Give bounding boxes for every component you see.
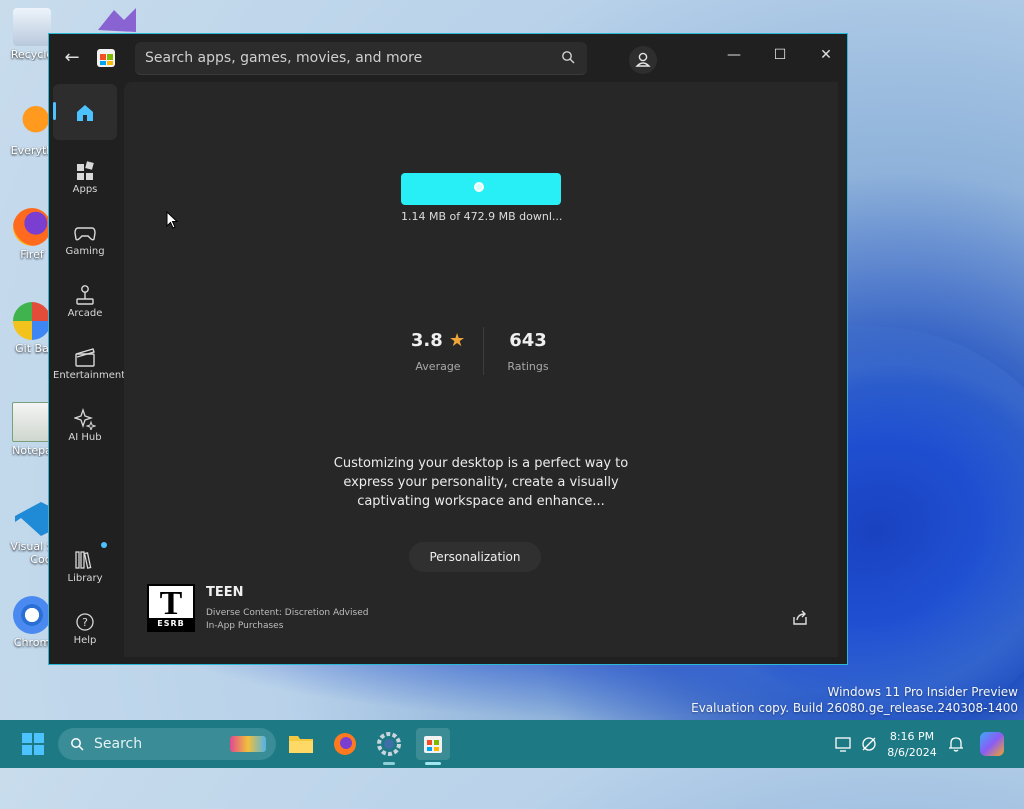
active-app-indicator [425, 762, 441, 765]
install-progress-button[interactable] [401, 173, 561, 205]
windows-watermark: Windows 11 Pro Insider Preview Evaluatio… [691, 685, 1018, 715]
firefox-icon [334, 733, 356, 755]
account-button[interactable] [629, 46, 657, 74]
title-bar: ← Search apps, games, movies, and more —… [49, 34, 847, 82]
store-icon [424, 736, 442, 753]
recycle-bin-icon [13, 8, 51, 46]
average-rating-label: Average [415, 360, 461, 373]
microsoft-store-window: ← Search apps, games, movies, and more —… [48, 33, 848, 665]
help-icon: ? [76, 613, 94, 631]
svg-text:?: ? [82, 616, 88, 629]
divider [483, 327, 484, 375]
active-indicator [53, 102, 56, 120]
app-description: Customizing your desktop is a perfect wa… [333, 456, 629, 509]
gear-icon [377, 732, 401, 756]
taskbar: Search 8:16 PM 8/6/2024 [0, 720, 1024, 768]
minimize-button[interactable]: — [711, 40, 757, 70]
system-clock[interactable]: 8:16 PM 8/6/2024 [884, 729, 940, 761]
category-tag-button[interactable]: Personalization [409, 542, 541, 572]
share-icon[interactable] [791, 609, 809, 627]
clapperboard-icon [75, 348, 95, 367]
apps-icon [77, 161, 94, 180]
arrow-left-icon: ← [64, 47, 80, 68]
sidebar-item-entertainment[interactable]: Entertainment [53, 334, 125, 390]
search-icon [71, 738, 84, 751]
search-icon[interactable] [561, 50, 575, 64]
running-indicator [383, 762, 395, 765]
ratings-count: 643 Ratings [504, 330, 552, 373]
average-rating: 3.8 ★ Average [410, 330, 466, 373]
store-button[interactable] [416, 728, 450, 760]
app-detail-panel: 1.14 MB of 472.9 MB downl... 3.8 ★ Avera… [124, 82, 838, 657]
progress-spinner-icon [474, 182, 484, 192]
ratings-count-label: Ratings [507, 360, 549, 373]
search-input[interactable]: Search apps, games, movies, and more [135, 42, 587, 75]
vscode-icon [13, 500, 51, 538]
maximize-button[interactable]: ☐ [757, 40, 803, 70]
search-highlight-icon [230, 736, 266, 752]
everything-search-icon [13, 104, 51, 142]
gamepad-icon [74, 227, 96, 241]
user-icon [635, 52, 651, 67]
sparkle-icon [74, 408, 96, 430]
taskbar-search[interactable]: Search [58, 728, 276, 760]
joystick-icon [76, 285, 94, 305]
copilot-icon[interactable] [980, 732, 1004, 756]
age-rating: TEEN [206, 585, 244, 600]
back-button[interactable]: ← [59, 46, 85, 70]
bell-icon[interactable] [948, 735, 964, 753]
sidebar-item-apps[interactable]: Apps [53, 148, 117, 204]
notification-dot [101, 542, 107, 548]
start-button[interactable] [16, 728, 50, 760]
average-rating-value: 3.8 [410, 330, 443, 351]
ratings-count-value: 643 [509, 330, 547, 351]
folder-icon [289, 736, 313, 753]
file-explorer-button[interactable] [284, 728, 318, 760]
notepad-icon [12, 402, 52, 442]
settings-button[interactable] [372, 728, 406, 760]
sidebar-item-ai-hub[interactable]: AI Hub [53, 396, 117, 452]
star-icon: ★ [449, 330, 466, 351]
sidebar-item-home[interactable] [53, 84, 117, 140]
sidebar-item-gaming[interactable]: Gaming [53, 210, 117, 266]
visual-studio-icon[interactable] [94, 6, 140, 32]
content-descriptor: Diverse Content: Discretion Advised [206, 608, 369, 618]
chrome-icon [13, 596, 51, 634]
display-icon[interactable] [834, 735, 852, 753]
content-descriptor: In-App Purchases [206, 621, 284, 631]
close-button[interactable]: ✕ [803, 40, 849, 70]
windows-logo-icon [22, 733, 44, 755]
sidebar-nav: Apps Gaming Arcade Entertainment AI Hub … [49, 82, 125, 664]
sidebar-item-arcade[interactable]: Arcade [53, 272, 117, 328]
firefox-icon [13, 208, 51, 246]
network-icon[interactable] [860, 735, 878, 753]
library-icon [75, 551, 92, 569]
sidebar-item-help[interactable]: ? Help [53, 599, 117, 655]
home-icon [77, 105, 93, 121]
store-logo-icon [97, 49, 115, 67]
esrb-rating-badge: T ESRB [147, 584, 195, 632]
download-status: 1.14 MB of 472.9 MB downl... [401, 210, 563, 223]
mouse-cursor-icon [166, 211, 178, 229]
git-bash-icon [13, 302, 51, 340]
sidebar-item-library[interactable]: Library [53, 537, 117, 593]
firefox-button[interactable] [328, 728, 362, 760]
